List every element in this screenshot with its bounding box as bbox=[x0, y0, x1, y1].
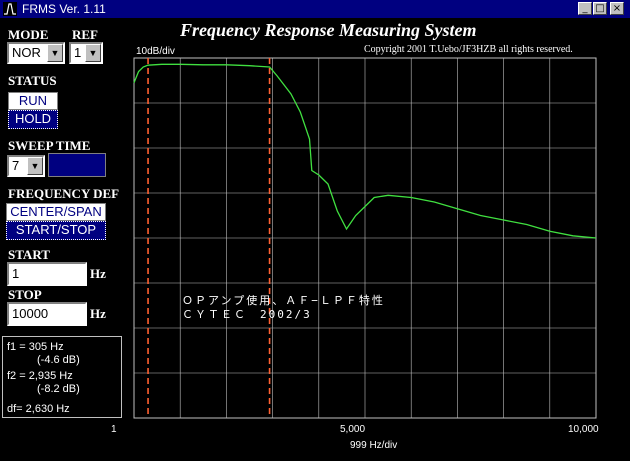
x-tick-label: 5,000 bbox=[340, 424, 366, 435]
frequency-response-plot[interactable] bbox=[0, 0, 630, 461]
x-scale-label: 999 Hz/div bbox=[350, 440, 398, 451]
plot-grid bbox=[133, 57, 597, 419]
x-tick-label: 1 bbox=[111, 424, 117, 435]
annotation-line-2: ＣＹＴＥＣ 2002/3 bbox=[182, 308, 312, 321]
x-tick-label: 10,000 bbox=[568, 424, 599, 435]
